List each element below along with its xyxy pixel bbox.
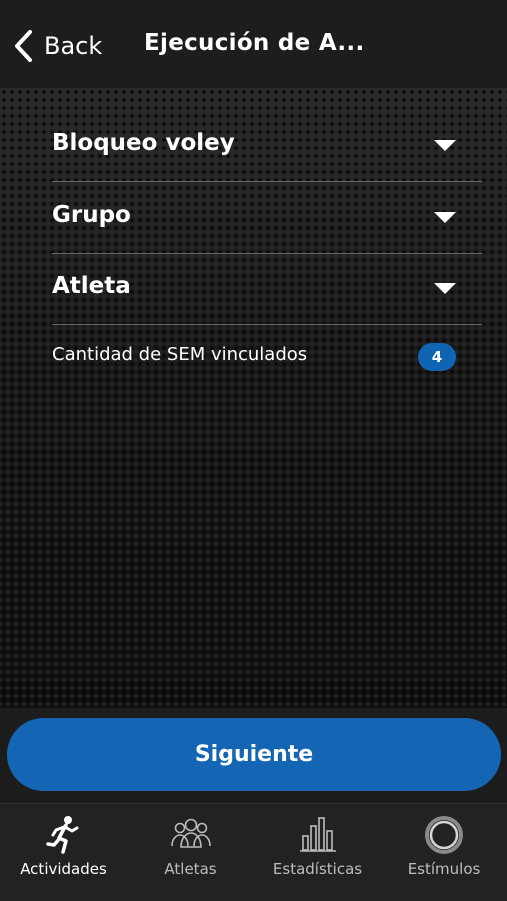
back-label: Back: [44, 32, 103, 60]
ring-icon: [422, 814, 466, 856]
linked-sem-label: Cantidad de SEM vinculados: [52, 344, 308, 365]
next-button[interactable]: Siguiente: [7, 718, 501, 791]
tab-statistics[interactable]: Estadísticas: [254, 804, 381, 901]
linked-sem-count-badge: 4: [418, 343, 456, 371]
dropdown-activity[interactable]: Bloqueo voley: [52, 110, 482, 182]
tab-athletes-label: Atletas: [164, 860, 217, 878]
chevron-left-icon: [12, 29, 34, 63]
caret-down-icon: [434, 212, 456, 223]
dropdown-group-label: Grupo: [52, 202, 131, 228]
bar-chart-icon: [296, 814, 340, 856]
linked-sem-row: Cantidad de SEM vinculados 4: [52, 343, 482, 374]
tab-stimuli-label: Estímulos: [407, 860, 481, 878]
navigation-bar: Back Ejecución de A...: [0, 0, 507, 88]
dropdown-group[interactable]: Grupo: [52, 182, 482, 254]
tab-athletes[interactable]: Atletas: [127, 804, 254, 901]
dropdown-athlete[interactable]: Atleta: [52, 253, 482, 325]
back-button[interactable]: Back: [12, 26, 102, 66]
dropdown-activity-label: Bloqueo voley: [52, 130, 235, 156]
caret-down-icon: [434, 283, 456, 294]
tab-stimuli[interactable]: Estímulos: [381, 804, 507, 901]
tab-activities-label: Actividades: [20, 860, 107, 878]
form-area: Bloqueo voley Grupo Atleta Cantidad de S…: [0, 88, 507, 708]
runner-icon: [42, 814, 86, 856]
people-group-icon: [169, 814, 213, 856]
tab-bar: Actividades Atletas Estadísticas Estímul…: [0, 803, 507, 901]
dropdown-athlete-label: Atleta: [52, 273, 131, 299]
page-title: Ejecución de A...: [144, 30, 365, 56]
caret-down-icon: [434, 140, 456, 151]
tab-statistics-label: Estadísticas: [272, 860, 363, 878]
tab-activities[interactable]: Actividades: [0, 804, 127, 901]
